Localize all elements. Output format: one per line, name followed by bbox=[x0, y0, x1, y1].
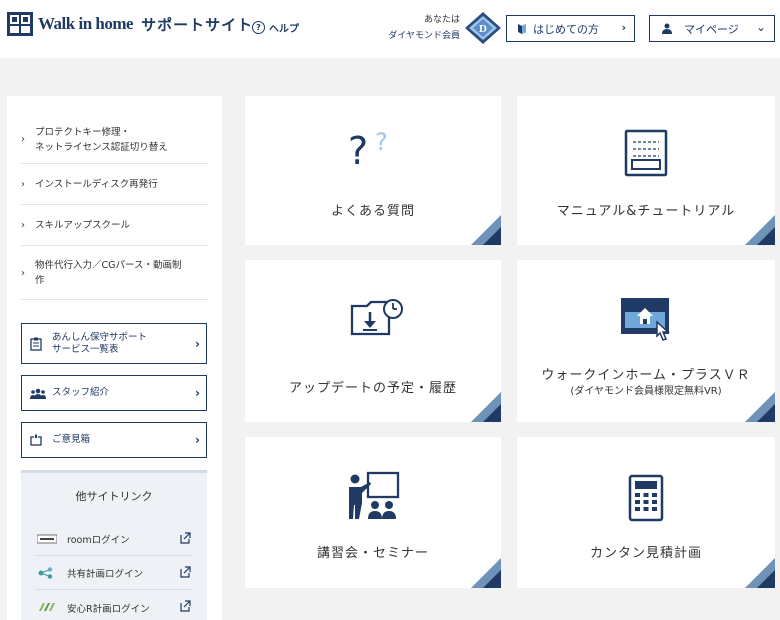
anshin-r-login-link[interactable]: 安心R計画ログイン bbox=[35, 591, 193, 620]
sidebar-item-label: プロテクトキー修理・ bbox=[35, 126, 131, 138]
logo-mark-icon bbox=[7, 12, 33, 36]
vr-card[interactable]: ウォークインホーム・プラスＶＲ (ダイヤモンド会員様限定無料VR) bbox=[517, 260, 775, 422]
other-sites-panel: 他サイトリンク roomログイン 共有計画ログイン 安心R計画ログイン bbox=[21, 470, 207, 620]
chevron-right-icon: › bbox=[621, 21, 626, 34]
site-header: Walk in home サポートサイト ? ヘルプ あなたは ダイヤモンド会員… bbox=[0, 0, 780, 58]
sidebar-item-install-disk[interactable]: › インストールディスク再発行 bbox=[21, 165, 209, 205]
staff-button[interactable]: スタッフ紹介 › bbox=[21, 375, 207, 411]
link-label: 安心R計画ログイン bbox=[67, 603, 150, 615]
room-logo-icon bbox=[37, 534, 57, 544]
corner-triangle-icon bbox=[745, 558, 775, 588]
card-label: マニュアル&チュートリアル bbox=[556, 204, 736, 219]
chevron-right-icon: › bbox=[195, 336, 200, 351]
manual-card[interactable]: マニュアル&チュートリアル bbox=[517, 96, 775, 245]
beginner-label: はじめての方 bbox=[533, 22, 599, 36]
arrow-right-icon: › bbox=[21, 179, 25, 190]
beginner-button[interactable]: はじめての方 › bbox=[506, 15, 635, 42]
shared-plan-login-link[interactable]: 共有計画ログイン bbox=[35, 557, 193, 590]
external-link-icon bbox=[180, 532, 191, 544]
link-label: roomログイン bbox=[67, 535, 130, 546]
user-icon bbox=[662, 23, 672, 34]
logo-text: Walk in home bbox=[38, 14, 134, 33]
manual-icon bbox=[624, 129, 668, 177]
corner-triangle-icon bbox=[471, 392, 501, 422]
button-label: あんしん保守サポート bbox=[52, 331, 148, 343]
sidebar-item-skillup[interactable]: › スキルアップスクール bbox=[21, 206, 209, 246]
maintenance-list-button[interactable]: あんしん保守サポート サービス一覧表 › bbox=[21, 323, 207, 364]
member-status: あなたは ダイヤモンド会員 bbox=[360, 12, 460, 44]
arrow-right-icon: › bbox=[21, 267, 25, 279]
button-label: スタッフ紹介 bbox=[52, 387, 110, 398]
corner-triangle-icon bbox=[471, 215, 501, 245]
sidebar-item-label: ネットライセンス認証切り替え bbox=[35, 141, 168, 153]
beginner-mark-icon bbox=[518, 23, 526, 34]
button-label: サービス一覧表 bbox=[52, 343, 119, 355]
anshin-r-logo-icon bbox=[39, 603, 55, 611]
sidebar: › プロテクトキー修理・ ネットライセンス認証切り替え › インストールディスク… bbox=[7, 96, 222, 620]
clipboard-icon bbox=[30, 337, 42, 351]
arrow-right-icon: › bbox=[21, 220, 25, 231]
corner-triangle-icon bbox=[745, 215, 775, 245]
sidebar-item-label: スキルアップスクール bbox=[35, 220, 131, 231]
feedback-button[interactable]: ご意見箱 › bbox=[21, 422, 207, 458]
seminar-icon bbox=[349, 471, 400, 519]
button-label: ご意見箱 bbox=[52, 434, 91, 445]
staff-icon bbox=[30, 388, 46, 399]
diamond-badge-icon: D bbox=[465, 12, 501, 44]
help-icon: ? bbox=[252, 21, 265, 34]
sidebar-item-protect-key[interactable]: › プロテクトキー修理・ ネットライセンス認証切り替え bbox=[21, 116, 209, 164]
chevron-right-icon: › bbox=[195, 386, 200, 400]
estimate-card[interactable]: カンタン見積計画 bbox=[517, 437, 775, 588]
mypage-button[interactable]: マイページ ⌄ bbox=[649, 15, 775, 42]
corner-triangle-icon bbox=[471, 558, 501, 588]
sidebar-item-label: 作 bbox=[35, 275, 45, 286]
site-title: サポートサイト bbox=[141, 15, 254, 34]
seminar-card[interactable]: 講習会・セミナー bbox=[245, 437, 501, 588]
site-logo[interactable]: Walk in home サポートサイト bbox=[6, 10, 253, 38]
chevron-down-icon: ⌄ bbox=[755, 20, 766, 34]
member-rank: ダイヤモンド会員 bbox=[388, 31, 460, 41]
card-label: カンタン見積計画 bbox=[589, 546, 702, 561]
question-icon: ? ? bbox=[348, 128, 388, 168]
card-label: ウォークインホーム・プラスＶＲ bbox=[541, 368, 751, 383]
sidebar-item-label: インストールディスク再発行 bbox=[35, 179, 158, 190]
sidebar-item-proxy-input[interactable]: › 物件代行入力／CGパース・動画制 作 bbox=[21, 247, 209, 300]
help-label: ヘルプ bbox=[269, 24, 299, 35]
card-label: 講習会・セミナー bbox=[316, 546, 429, 561]
update-folder-icon bbox=[350, 299, 403, 336]
update-card[interactable]: アップデートの予定・履歴 bbox=[245, 260, 501, 422]
card-sublabel: (ダイヤモンド会員様限定無料VR) bbox=[570, 386, 722, 397]
chevron-right-icon: › bbox=[195, 433, 200, 447]
svg-text:?: ? bbox=[348, 129, 368, 168]
share-icon bbox=[38, 567, 53, 579]
suggestion-box-icon bbox=[30, 434, 42, 446]
sidebar-item-label: 物件代行入力／CGパース・動画制 bbox=[35, 260, 182, 271]
link-label: 共有計画ログイン bbox=[67, 569, 144, 580]
room-login-link[interactable]: roomログイン bbox=[35, 523, 193, 556]
card-label: よくある質問 bbox=[330, 204, 415, 219]
card-label: アップデートの予定・履歴 bbox=[288, 381, 457, 396]
other-sites-title: 他サイトリンク bbox=[75, 490, 153, 503]
vr-monitor-icon bbox=[621, 298, 670, 341]
external-link-icon bbox=[180, 600, 191, 612]
member-line1: あなたは bbox=[423, 15, 460, 25]
arrow-right-icon: › bbox=[21, 134, 25, 145]
svg-text:?: ? bbox=[375, 128, 388, 156]
faq-card[interactable]: ? ? よくある質問 bbox=[245, 96, 501, 245]
calculator-icon bbox=[628, 474, 664, 522]
mypage-label: マイページ bbox=[684, 22, 739, 36]
svg-text:D: D bbox=[479, 23, 487, 35]
external-link-icon bbox=[180, 566, 191, 578]
corner-triangle-icon bbox=[745, 392, 775, 422]
help-link[interactable]: ? ヘルプ bbox=[252, 20, 299, 35]
